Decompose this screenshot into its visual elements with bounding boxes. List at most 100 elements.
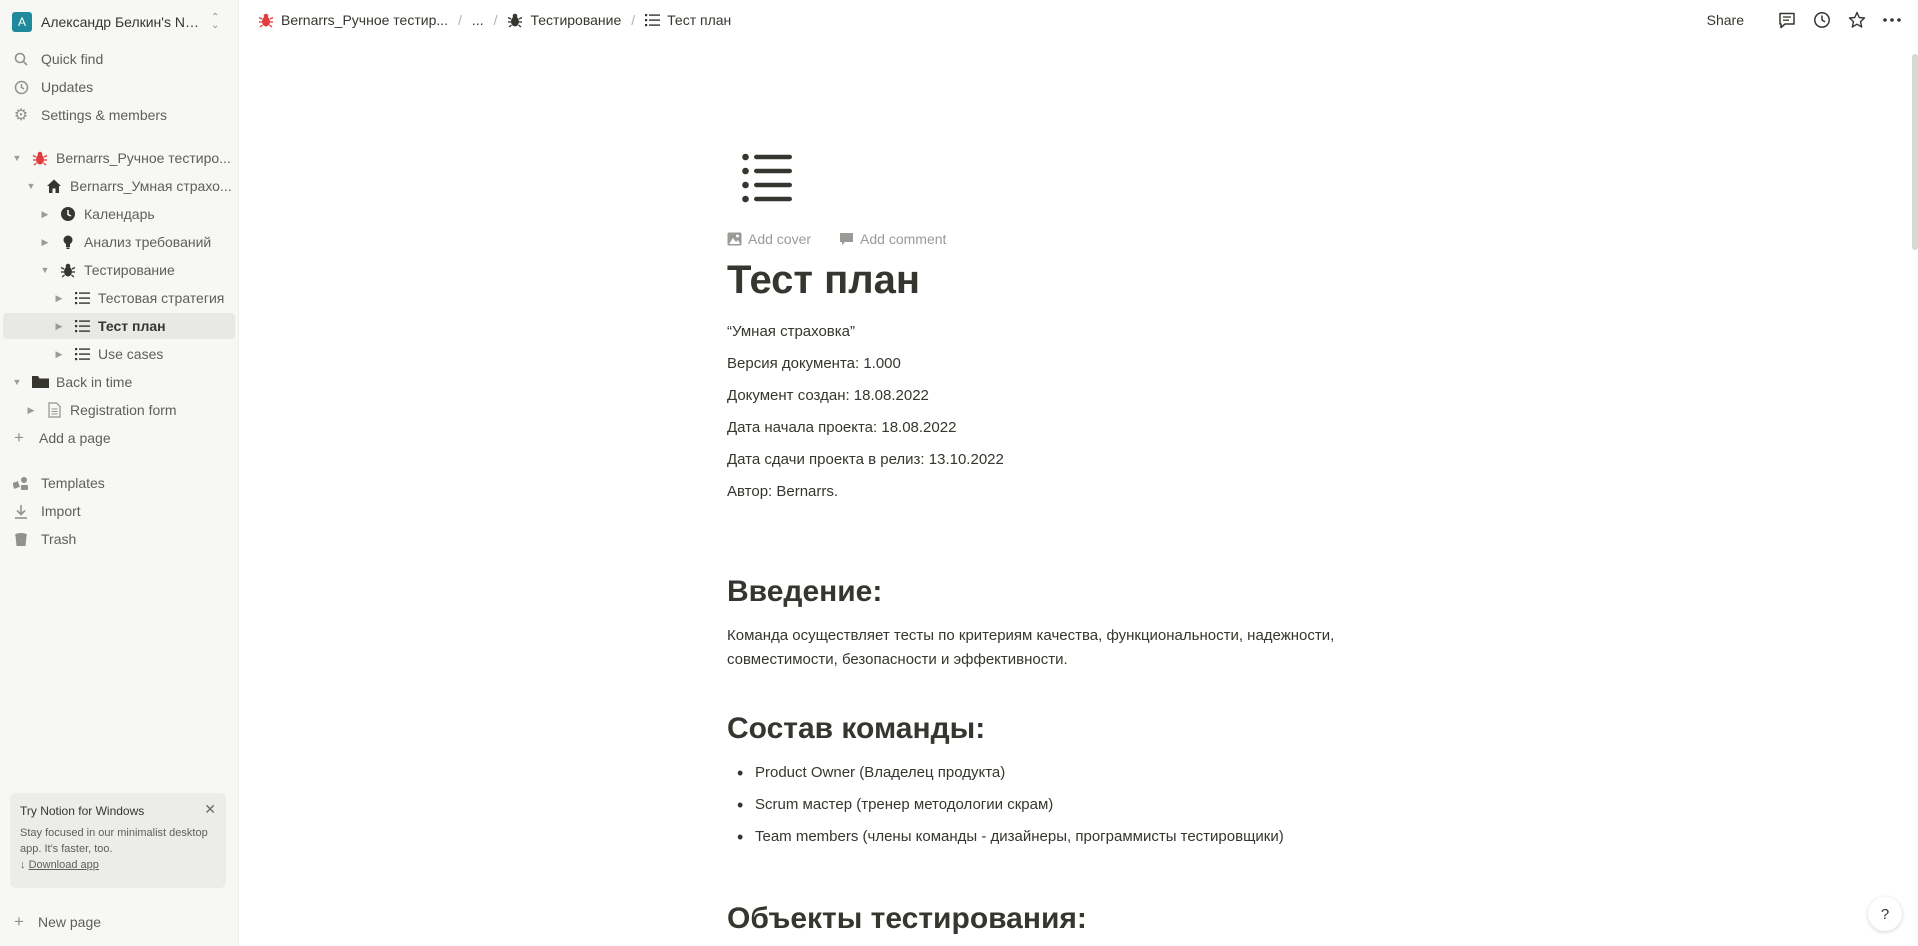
breadcrumb: Bernarrs_Ручное тестир... / ... / Тестир…: [258, 12, 731, 28]
breadcrumb-label: Тест план: [667, 12, 732, 28]
chevron-right-icon[interactable]: ▶: [52, 349, 66, 360]
bug-icon: [507, 12, 523, 28]
list-icon: [73, 317, 91, 335]
chevron-right-icon[interactable]: ▶: [52, 293, 66, 304]
page-list-icon[interactable]: [741, 152, 793, 207]
desktop-app-promo: ✕ Try Notion for Windows Stay focused in…: [10, 793, 226, 888]
breadcrumb-label: Тестирование: [530, 12, 622, 28]
import-label: Import: [41, 503, 81, 519]
text-block[interactable]: “Умная страховка”: [727, 320, 855, 344]
list-icon: [645, 13, 661, 27]
list-item[interactable]: Scrum мастер (тренер методологии скрам): [737, 793, 1053, 817]
promo-title: Try Notion for Windows: [20, 804, 145, 818]
page-title[interactable]: Тест план: [727, 258, 920, 303]
scrollbar[interactable]: [1912, 54, 1918, 250]
intro-paragraph[interactable]: Команда осуществляет тесты по критериям …: [727, 624, 1407, 672]
breadcrumb-root[interactable]: Bernarrs_Ручное тестир...: [258, 12, 448, 28]
sidebar-item-testplan[interactable]: ▶ Тест план: [3, 313, 235, 339]
list-icon: [73, 345, 91, 363]
sidebar-item-analysis[interactable]: ▶ Анализ требований: [3, 229, 235, 255]
text-block[interactable]: Документ создан: 18.08.2022: [727, 384, 929, 408]
share-button[interactable]: Share: [1707, 12, 1744, 28]
heading-team[interactable]: Состав команды:: [727, 712, 985, 746]
chevron-down-icon[interactable]: ▼: [24, 181, 38, 191]
lightbulb-icon: [59, 233, 77, 251]
text-block[interactable]: Дата сдачи проекта в релиз: 13.10.2022: [727, 448, 1004, 472]
sidebar: А Александр Белкин's Not... ⌃ ⌄ Quick fin…: [0, 0, 239, 946]
chevron-right-icon[interactable]: ▶: [24, 405, 38, 416]
templates-label: Templates: [41, 475, 105, 491]
workspace-switcher[interactable]: А Александр Белкин's Not... ⌃ ⌄: [12, 10, 232, 34]
list-icon: [73, 289, 91, 307]
more-options-icon[interactable]: [1882, 10, 1902, 30]
sidebar-item-label: Тест план: [98, 318, 166, 334]
text-block[interactable]: Дата начала проекта: 18.08.2022: [727, 416, 956, 440]
page-icon: [45, 401, 63, 419]
add-page-button[interactable]: + Add a page: [10, 425, 242, 451]
chevron-down-icon[interactable]: ▼: [38, 265, 52, 275]
add-comment-button[interactable]: Add comment: [839, 231, 960, 247]
sidebar-item-usecases[interactable]: ▶ Use cases: [3, 341, 235, 367]
updates-button[interactable]: Updates: [12, 74, 244, 100]
import-button[interactable]: Import: [12, 498, 244, 524]
folder-icon: [31, 373, 49, 391]
top-actions: Share: [1707, 10, 1902, 30]
chevron-down-icon[interactable]: ▼: [10, 377, 24, 387]
trash-label: Trash: [41, 531, 77, 547]
quick-find-button[interactable]: Quick find: [12, 46, 244, 72]
trash-icon: [12, 530, 30, 548]
breadcrumb-ellipsis[interactable]: ...: [472, 12, 484, 28]
image-icon: [727, 232, 742, 246]
star-icon[interactable]: [1847, 10, 1867, 30]
heading-intro[interactable]: Введение:: [727, 575, 882, 609]
bug-icon: [258, 12, 274, 28]
bug-icon: [59, 261, 77, 279]
sidebar-item-insurance[interactable]: ▼ Bernarrs_Умная страхо...: [3, 173, 235, 199]
add-cover-label: Add cover: [748, 231, 812, 247]
clock-icon: [12, 78, 30, 96]
list-item[interactable]: Team members (члены команды - дизайнеры,…: [737, 825, 1284, 849]
chevron-right-icon[interactable]: ▶: [38, 209, 52, 220]
breadcrumb-testing[interactable]: Тестирование: [507, 12, 621, 28]
download-app-link[interactable]: Download app: [29, 859, 99, 871]
download-icon: [12, 502, 30, 520]
chevron-right-icon[interactable]: ▶: [52, 321, 66, 332]
new-page-button[interactable]: + New page: [10, 912, 101, 932]
sidebar-item-label: Анализ требований: [84, 234, 212, 250]
sidebar-item-root[interactable]: ▼ Bernarrs_Ручное тестиро...: [3, 145, 235, 171]
chevron-right-icon[interactable]: ▶: [38, 237, 52, 248]
sidebar-item-label: Use cases: [98, 346, 164, 362]
sidebar-item-strategy[interactable]: ▶ Тестовая стратегия: [3, 285, 235, 311]
add-cover-button[interactable]: Add cover: [727, 231, 825, 247]
workspace-avatar: А: [12, 12, 32, 32]
chevron-down-icon[interactable]: ▼: [10, 153, 24, 163]
templates-button[interactable]: Templates: [12, 470, 244, 496]
home-icon: [45, 177, 63, 195]
text-block[interactable]: Автор: Bernarrs.: [727, 480, 838, 504]
comment-icon: [840, 233, 854, 245]
sidebar-item-label: Back in time: [56, 374, 133, 390]
templates-icon: [12, 474, 30, 492]
breadcrumb-current[interactable]: Тест план: [645, 12, 731, 28]
heading-objects[interactable]: Объекты тестирования:: [727, 902, 1087, 936]
close-icon[interactable]: ✕: [204, 801, 216, 817]
plus-icon: +: [14, 428, 24, 447]
sidebar-item-label: Тестовая стратегия: [98, 290, 225, 306]
clock-icon: [59, 205, 77, 223]
plus-icon: +: [14, 912, 24, 931]
gear-icon: ⚙: [13, 107, 29, 124]
sidebar-item-testing[interactable]: ▼ Тестирование: [3, 257, 235, 283]
text-block[interactable]: Версия документа: 1.000: [727, 352, 901, 376]
promo-body: Stay focused in our minimalist desktop a…: [20, 827, 208, 855]
list-item[interactable]: Product Owner (Владелец продукта): [737, 761, 1005, 785]
trash-button[interactable]: Trash: [12, 526, 244, 552]
sidebar-item-backintime[interactable]: ▼ Back in time: [3, 369, 235, 395]
comments-icon[interactable]: [1777, 10, 1797, 30]
add-comment-label: Add comment: [860, 231, 947, 247]
new-page-label: New page: [38, 914, 102, 930]
settings-button[interactable]: ⚙ Settings & members: [12, 102, 244, 128]
history-icon[interactable]: [1812, 10, 1832, 30]
help-button[interactable]: ?: [1868, 897, 1902, 931]
sidebar-item-calendar[interactable]: ▶ Календарь: [3, 201, 235, 227]
sidebar-item-regform[interactable]: ▶ Registration form: [3, 397, 235, 423]
